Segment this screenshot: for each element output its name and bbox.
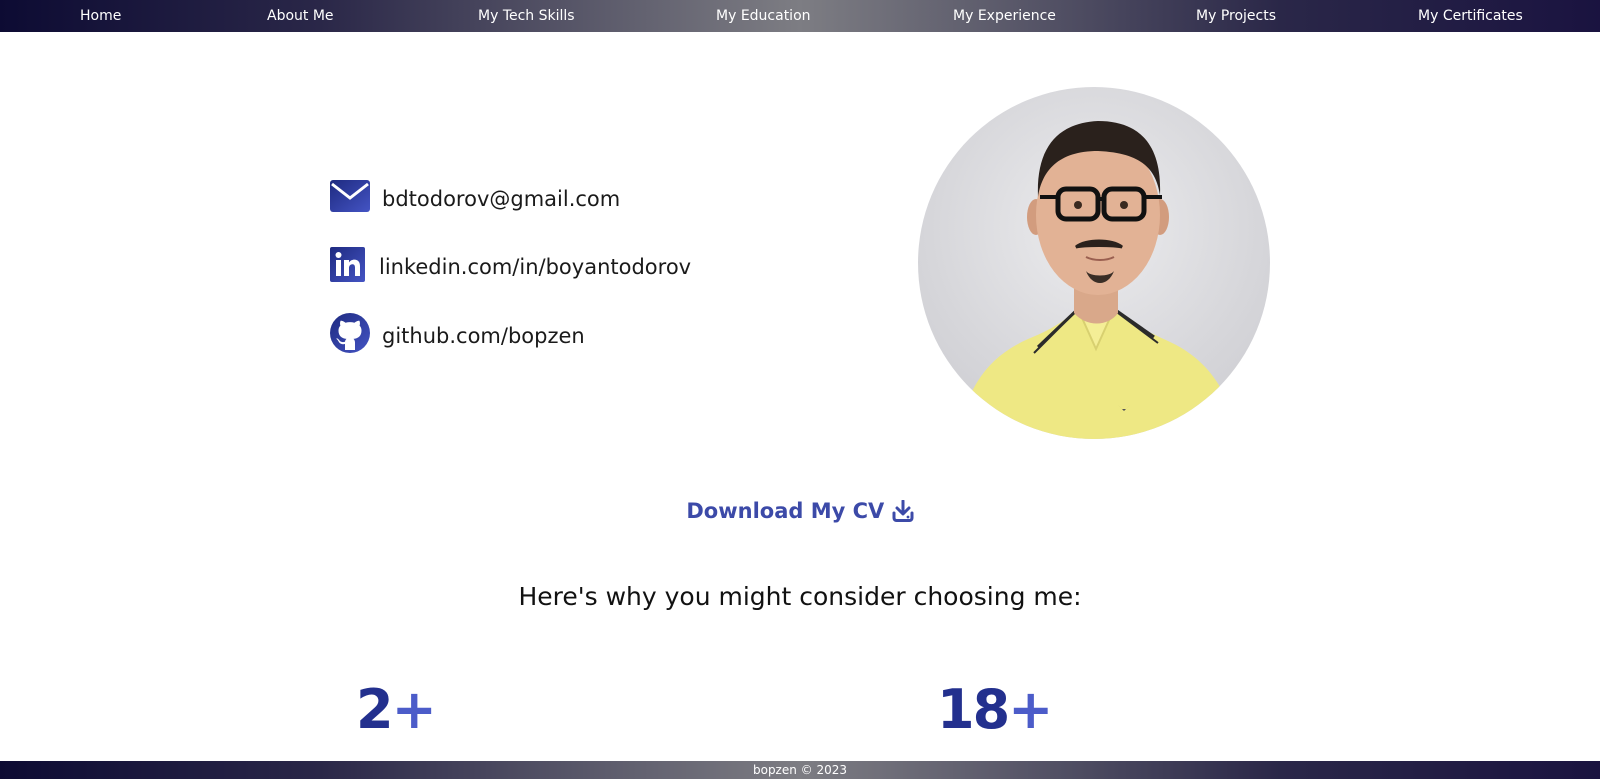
- envelope-icon: [330, 180, 370, 217]
- stat-number: 18: [937, 678, 1010, 741]
- footer: bopzen © 2023: [0, 761, 1600, 779]
- linkedin-icon: [330, 247, 365, 287]
- stat-projects: 18+: [937, 678, 1053, 742]
- page: Home About Me My Tech Skills My Educatio…: [0, 0, 1600, 779]
- nav-certificates[interactable]: My Certificates: [1418, 0, 1523, 32]
- download-cv-label: Download My CV: [686, 499, 885, 523]
- email-text: bdtodorov@gmail.com: [382, 186, 621, 211]
- download-cv-button[interactable]: Download My CV: [0, 498, 1600, 523]
- stat-number: 2: [356, 678, 394, 741]
- email-link[interactable]: bdtodorov@gmail.com: [330, 180, 620, 217]
- nav-experience[interactable]: My Experience: [953, 0, 1056, 32]
- linkedin-link[interactable]: linkedin.com/in/boyantodorov: [330, 247, 691, 287]
- nav-about-me[interactable]: About Me: [267, 0, 334, 32]
- nav-tech-skills[interactable]: My Tech Skills: [478, 0, 575, 32]
- github-link[interactable]: github.com/bopzen: [330, 313, 585, 358]
- github-text: github.com/bopzen: [382, 323, 585, 348]
- why-heading: Here's why you might consider choosing m…: [518, 582, 1082, 611]
- download-icon: [892, 499, 914, 522]
- github-icon: [330, 313, 370, 358]
- nav-education[interactable]: My Education: [716, 0, 811, 32]
- nav-projects[interactable]: My Projects: [1196, 0, 1276, 32]
- top-nav: Home About Me My Tech Skills My Educatio…: [0, 0, 1600, 32]
- footer-text: bopzen © 2023: [752, 763, 848, 777]
- stat-years: 2+: [356, 678, 437, 742]
- profile-photo: [918, 87, 1270, 439]
- stat-plus: +: [1008, 678, 1053, 741]
- stat-plus: +: [391, 678, 437, 741]
- linkedin-text: linkedin.com/in/boyantodorov: [379, 255, 692, 279]
- nav-home[interactable]: Home: [80, 0, 121, 32]
